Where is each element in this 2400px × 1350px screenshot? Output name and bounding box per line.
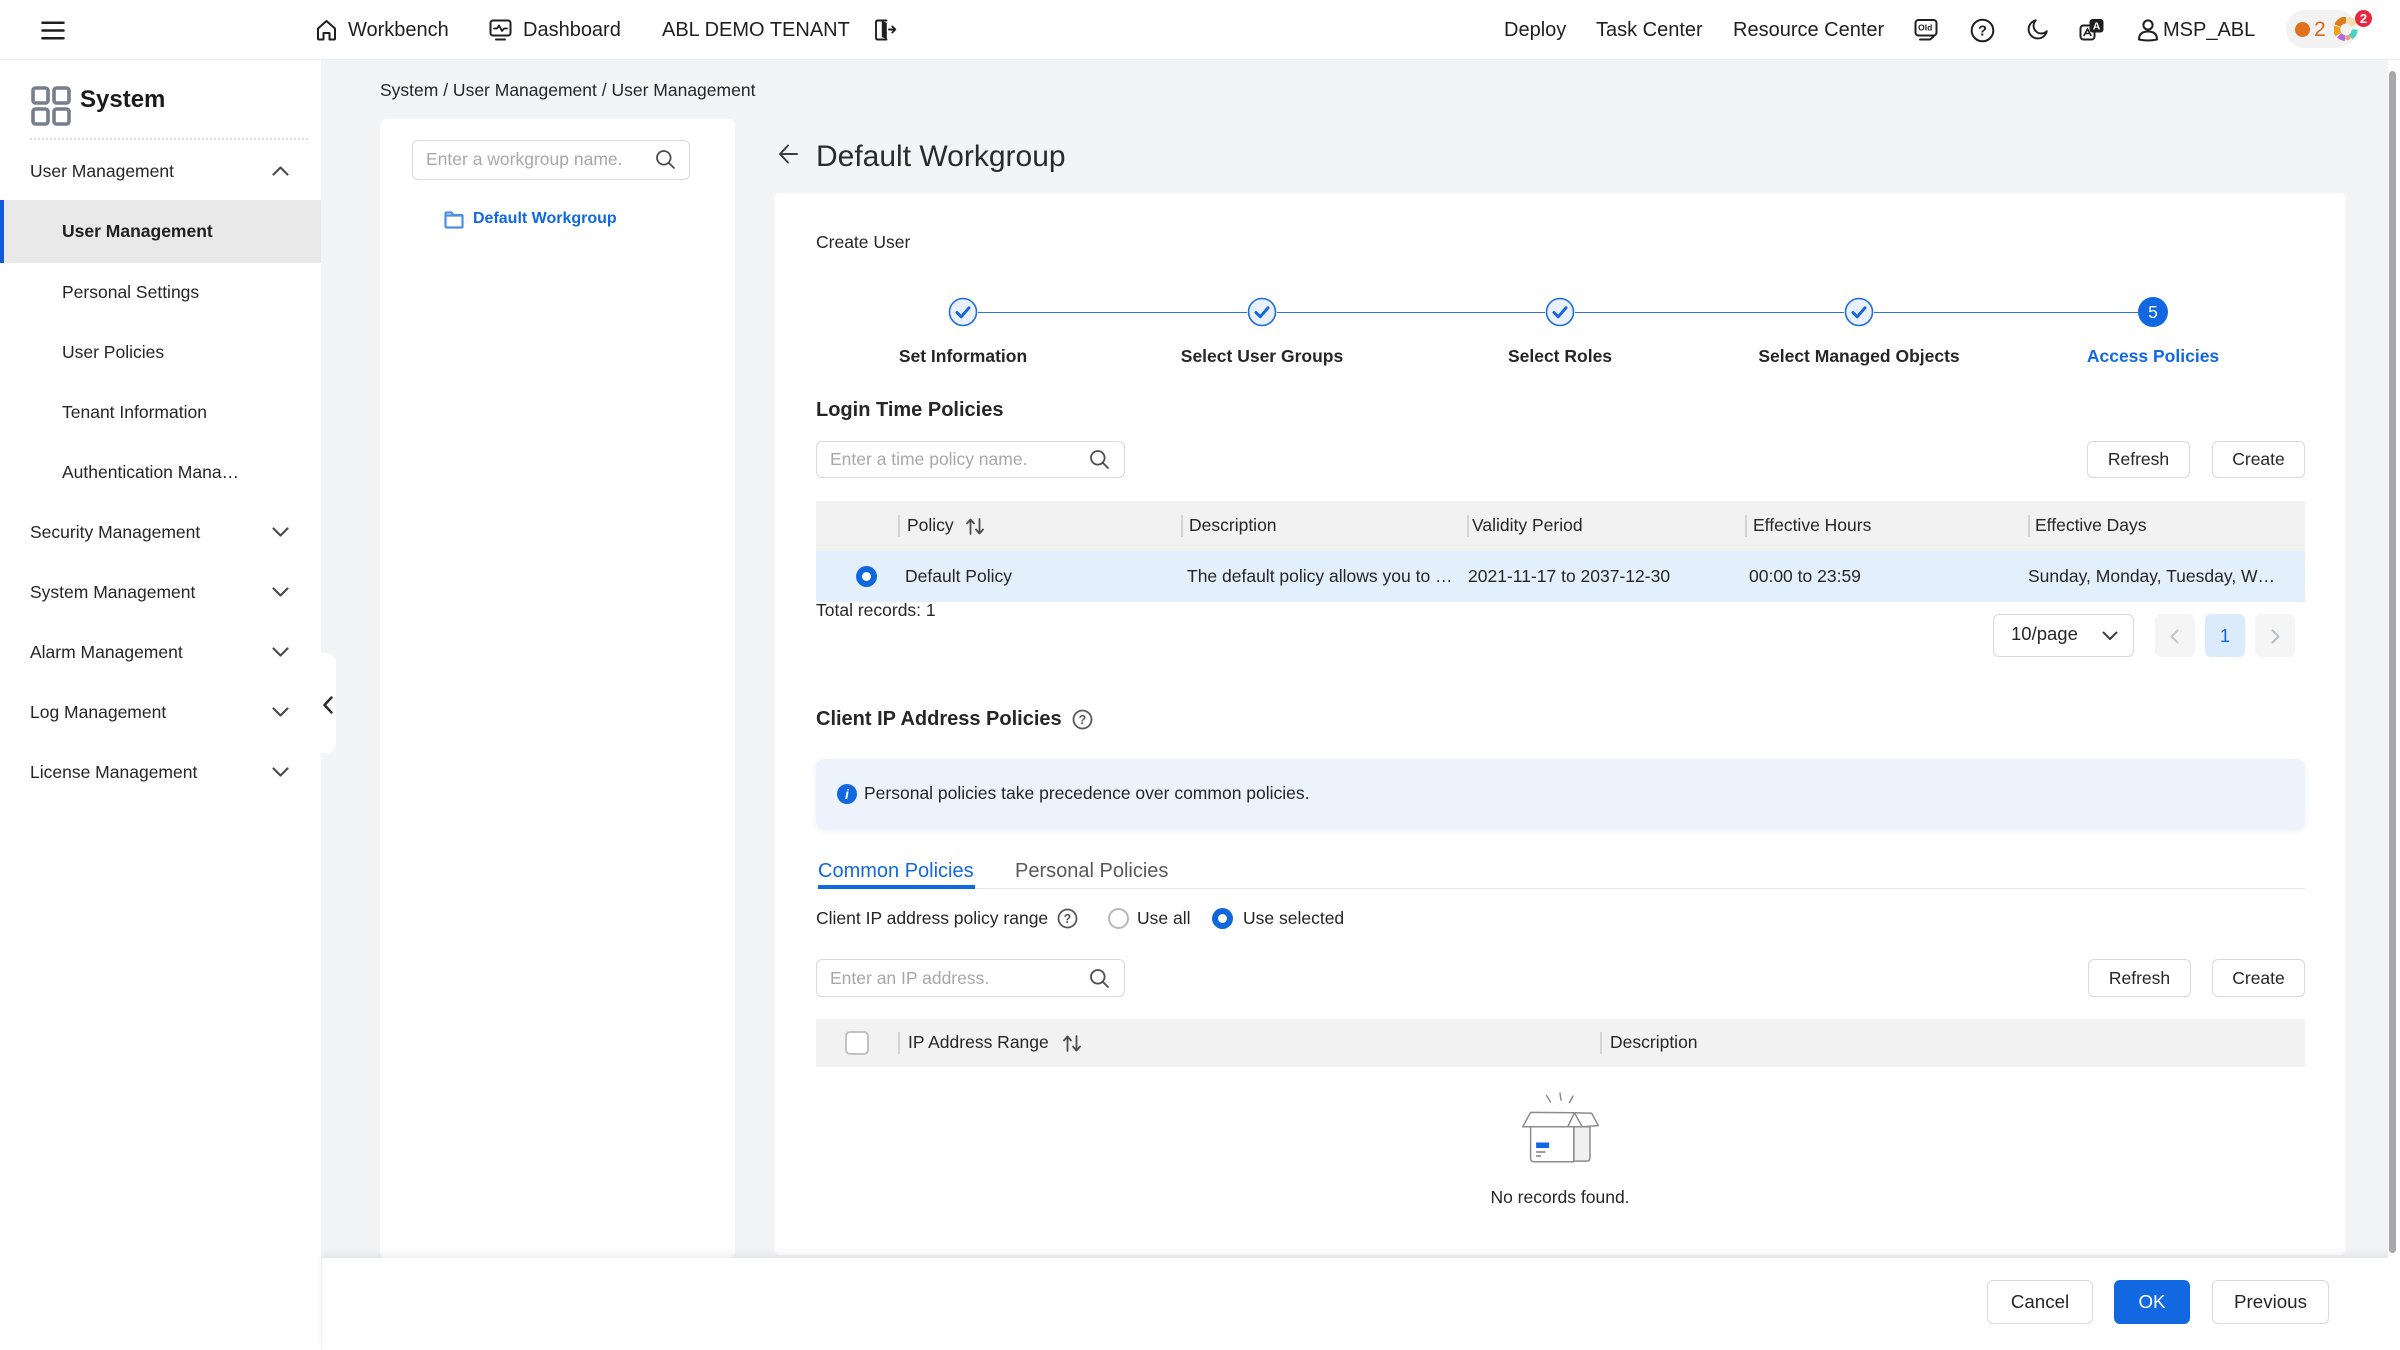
svg-text:?: ? bbox=[1079, 713, 1087, 727]
svg-text:A: A bbox=[2093, 21, 2101, 33]
svg-text:?: ? bbox=[1064, 912, 1072, 926]
svg-text:Old: Old bbox=[1918, 23, 1932, 33]
svg-text:?: ? bbox=[1978, 24, 1987, 40]
